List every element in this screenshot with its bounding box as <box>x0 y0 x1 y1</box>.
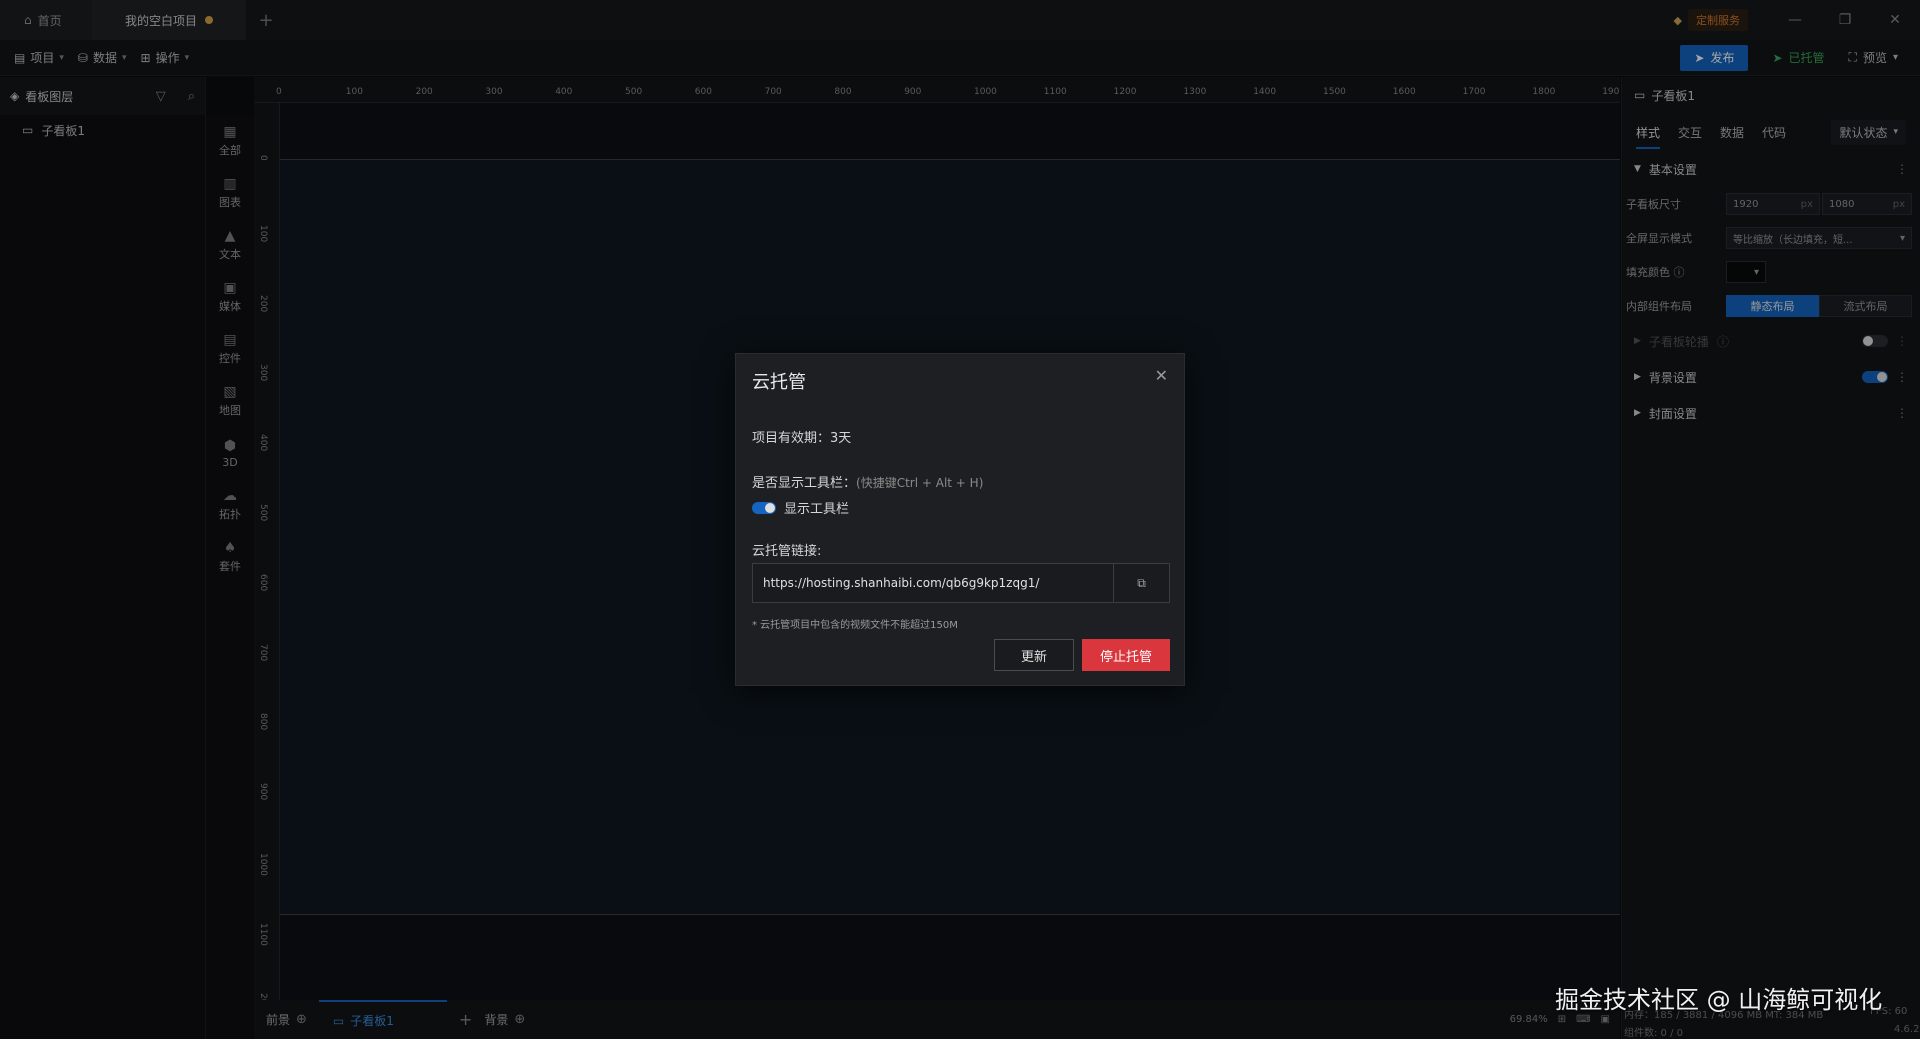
toolbar-option-row: 是否显示工具栏：(快捷键Ctrl + Alt + H) <box>752 472 983 491</box>
shortcut-hint: (快捷键Ctrl + Alt + H) <box>856 476 984 490</box>
watermark: 掘金技术社区 @ 山海鲸可视化 <box>1555 986 1883 1014</box>
validity-row: 项目有效期：3天 <box>752 427 851 446</box>
stop-hosting-button[interactable]: 停止托管 <box>1082 639 1170 671</box>
show-toolbar-label: 显示工具栏 <box>784 502 850 517</box>
dialog-title: 云托管 <box>752 372 806 393</box>
show-toolbar-toggle[interactable] <box>752 501 776 514</box>
close-icon[interactable]: ✕ <box>1155 366 1168 385</box>
validity-value: 3天 <box>830 431 852 446</box>
copy-icon[interactable]: ⧉ <box>1113 564 1169 602</box>
validity-label: 项目有效期： <box>752 431 831 446</box>
video-size-note: * 云托管项目中包含的视频文件不能超过150M <box>752 620 958 631</box>
toggle-knob <box>765 502 775 513</box>
hosting-link-value[interactable]: https://hosting.shanhaibi.com/qb6g9kp1zq… <box>753 576 1113 590</box>
hosting-link-field[interactable]: https://hosting.shanhaibi.com/qb6g9kp1zq… <box>752 563 1170 603</box>
show-toolbar-toggle-row: 显示工具栏 <box>752 498 849 517</box>
update-button[interactable]: 更新 <box>994 639 1074 671</box>
cloud-hosting-dialog: 云托管 ✕ 项目有效期：3天 是否显示工具栏：(快捷键Ctrl + Alt + … <box>735 353 1185 686</box>
link-label: 云托管链接: <box>752 544 822 559</box>
toolbar-option-label: 是否显示工具栏： <box>752 476 857 491</box>
